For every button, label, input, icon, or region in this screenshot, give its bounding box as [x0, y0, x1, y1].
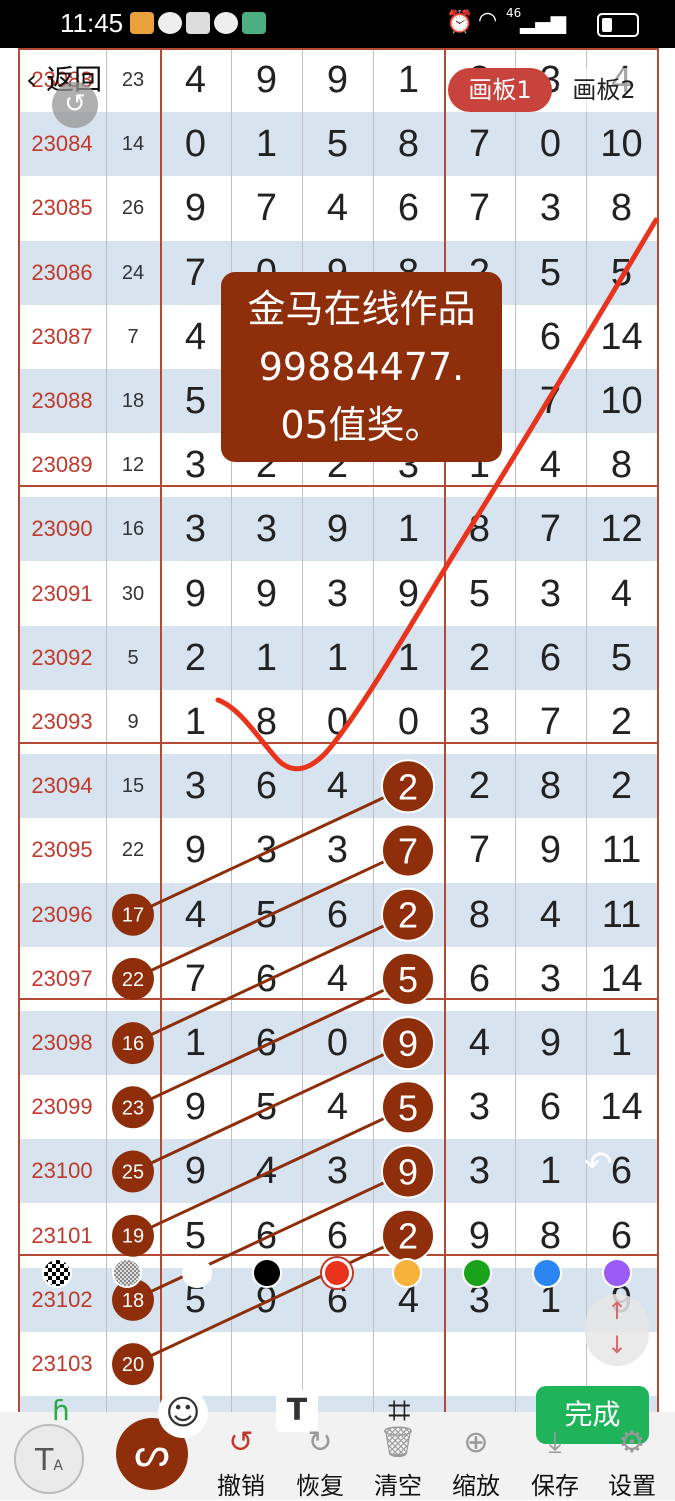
- wifi-icon: ◠: [478, 8, 498, 33]
- color-swatch[interactable]: [322, 1258, 352, 1288]
- connector-line: [132, 1041, 409, 1173]
- save-button[interactable]: ⤓ 保存: [520, 1420, 590, 1501]
- sum-marker-label: 19: [122, 1226, 144, 1248]
- connector-line: [132, 1105, 409, 1238]
- tab-canvas-2[interactable]: 画板2: [558, 68, 650, 112]
- signal-text: 46: [506, 6, 522, 20]
- sum-marker-label: 23: [122, 1097, 144, 1119]
- connector-line: [132, 913, 409, 1045]
- tool-label: 撤销: [217, 1472, 265, 1500]
- digit-marker-label: 5: [398, 1087, 418, 1128]
- sum-marker-label: 25: [122, 1162, 144, 1184]
- tool-label: 保存: [531, 1472, 579, 1500]
- redo-button[interactable]: ↻ 恢复: [285, 1420, 355, 1501]
- color-swatch[interactable]: [532, 1258, 562, 1288]
- trash-icon: 🗑: [378, 1425, 418, 1460]
- digit-marker-label: 2: [398, 895, 418, 936]
- tab-canvas-1[interactable]: 画板1: [448, 68, 552, 112]
- sum-marker-label: 18: [122, 1290, 144, 1312]
- digit-marker-label: 5: [398, 959, 418, 1000]
- back-arrow-icon[interactable]: ↺: [52, 82, 98, 128]
- tool-label: 设置: [608, 1472, 656, 1500]
- digit-marker-label: 9: [398, 1152, 418, 1193]
- expand-collapse-icon[interactable]: ↑ ↓: [585, 1294, 649, 1366]
- digit-marker-label: 2: [398, 1216, 418, 1257]
- color-palette: [0, 1256, 675, 1292]
- eraser-icon[interactable]: [42, 1258, 72, 1288]
- zoom-button[interactable]: ⊕ 缩放: [441, 1420, 511, 1501]
- connector-line: [132, 784, 409, 917]
- digit-marker-label: 2: [398, 766, 418, 807]
- connector-line: [132, 1234, 409, 1366]
- digit-marker-label: 9: [398, 1023, 418, 1064]
- zoom-icon: ⊕: [463, 1425, 489, 1460]
- sum-marker-label: 22: [122, 969, 144, 991]
- annotation-line: 05值奖。: [280, 403, 443, 447]
- mosaic-icon[interactable]: [112, 1258, 142, 1288]
- tool-label: 恢复: [296, 1472, 344, 1500]
- connector-line: [132, 849, 409, 981]
- tool-label: 缩放: [452, 1472, 500, 1500]
- battery-icon: [597, 13, 639, 37]
- annotation-text-box[interactable]: 金马在线作品 99884477. 05值奖。: [221, 272, 502, 462]
- undo-icon: ↺: [228, 1425, 254, 1460]
- status-bar: 11:45 ⏰ ◠ 46 ▂▄▆: [0, 0, 675, 48]
- drawing-canvas[interactable]: 272595921722162325191820: [0, 48, 675, 1412]
- gallery-icon: [242, 12, 266, 34]
- color-swatch[interactable]: [252, 1258, 282, 1288]
- save-icon: ⤓: [548, 1425, 562, 1460]
- text-size-icon[interactable]: TA: [14, 1424, 84, 1494]
- edit-app-icon: [130, 12, 154, 34]
- clear-button[interactable]: 🗑 清空: [363, 1420, 433, 1501]
- sum-marker-label: 16: [122, 1033, 144, 1055]
- color-swatch[interactable]: [392, 1258, 422, 1288]
- alarm-icon: ⏰: [446, 10, 474, 35]
- annotation-line: 金马在线作品: [247, 287, 476, 331]
- undo-stroke-icon[interactable]: ↶: [584, 1144, 613, 1184]
- connector-line: [132, 977, 409, 1109]
- message-icon: [158, 12, 182, 34]
- sum-marker-label: 17: [122, 905, 144, 927]
- undo-button[interactable]: ↺ 撤销: [206, 1420, 276, 1501]
- color-swatch[interactable]: [182, 1258, 212, 1288]
- pen-hint-icon: ɦ: [52, 1394, 70, 1427]
- wechat-icon: [214, 12, 238, 34]
- digit-marker-label: 7: [398, 831, 418, 872]
- settings-button[interactable]: ⚙ 设置: [597, 1420, 667, 1501]
- settings-icon: ⚙: [618, 1425, 646, 1460]
- redo-icon: ↻: [307, 1425, 333, 1460]
- sum-marker-label: 20: [122, 1354, 144, 1376]
- annotation-line: 99884477.: [258, 345, 465, 389]
- tool-label: 清空: [374, 1472, 422, 1500]
- color-swatch[interactable]: [602, 1258, 632, 1288]
- emoji-icon[interactable]: ☺: [158, 1388, 208, 1438]
- mail-icon: [186, 12, 210, 34]
- color-swatch[interactable]: [462, 1258, 492, 1288]
- clock: 11:45: [60, 8, 124, 38]
- signal-icon: ▂▄▆: [520, 10, 567, 34]
